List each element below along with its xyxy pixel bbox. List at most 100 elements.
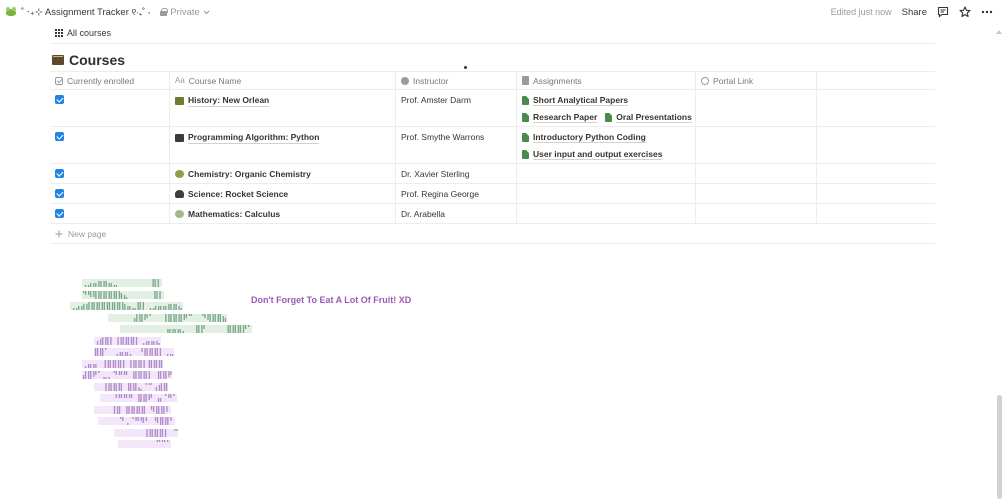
view-tab-all-courses[interactable]: All courses <box>55 26 111 40</box>
assignments-cell[interactable] <box>517 204 696 223</box>
assignments-cell[interactable] <box>517 164 696 183</box>
portal-link-cell[interactable] <box>696 90 817 126</box>
column-label: Currently enrolled <box>67 75 135 86</box>
page-title[interactable]: ˚ ‧₊⊹ Assignment Tracker ୧‧₊˚ ⋅ <box>21 7 150 18</box>
ascii-art-line: ⣼⣿⠟⠁ ⢸⣿⣿⣿⠟⠉ ⠙⢿⣿⣿⣦ <box>108 313 228 322</box>
apple-icon <box>401 76 409 85</box>
column-label: Portal Link <box>713 75 754 86</box>
comment-icon[interactable] <box>937 6 949 18</box>
star-icon[interactable] <box>959 6 971 18</box>
enrolled-checkbox[interactable] <box>55 189 64 198</box>
column-label: Assignments <box>533 75 582 86</box>
privacy-label: Private <box>170 6 200 18</box>
share-button[interactable]: Share <box>902 7 927 18</box>
ascii-art-line: ⢀⣤⣤ ⢸⣿⣿⣿⡇⢸⣿⣿⡇⣿⣿⣿ <box>82 359 164 368</box>
column-header-enrolled[interactable]: Currently enrolled <box>50 72 170 89</box>
page-icon <box>522 96 529 105</box>
ascii-art-line: ⢀⣠⣤⣶⣶⣤⣀ ⣿⡇ <box>82 279 162 287</box>
courses-table: Currently enrolled Aa Course Name Instru… <box>50 71 935 244</box>
scroll-emoji-icon <box>175 96 184 105</box>
assignment-link[interactable]: Research Paper <box>522 112 598 123</box>
empty-cell[interactable] <box>817 164 935 183</box>
assignment-link[interactable]: Introductory Python Coding <box>522 132 646 143</box>
assignment-link[interactable]: Short Analytical Papers <box>522 95 629 106</box>
enrolled-checkbox[interactable] <box>55 95 64 104</box>
breadcrumb: ˚ ‧₊⊹ Assignment Tracker ୧‧₊˚ ⋅ Private <box>0 7 210 18</box>
page-icon <box>522 113 529 122</box>
assignment-link[interactable]: User input and output exercises <box>522 149 663 160</box>
table-row[interactable]: History: New Orlean Prof. Amster Darm Sh… <box>50 90 935 127</box>
instructor: Dr. Xavier Sterling <box>401 169 470 179</box>
database-title-text: Courses <box>69 52 126 68</box>
table-view-icon <box>55 29 63 37</box>
cursor-dot <box>464 66 467 69</box>
empty-cell[interactable] <box>817 184 935 203</box>
course-name[interactable]: Mathematics: Calculus <box>175 209 395 219</box>
ascii-art-line: ⢠⣾⣿⡇⢸⣿⣿⣿⡇⢀⣤⣤⣄ <box>94 336 161 345</box>
plus-icon <box>55 230 63 237</box>
assignments-cell[interactable]: Introductory Python Coding User input an… <box>517 127 696 163</box>
checkbox-property-icon <box>55 76 63 85</box>
portal-link-cell[interactable] <box>696 164 817 183</box>
text-property-icon: Aa <box>175 76 185 85</box>
page-icon <box>522 150 529 159</box>
portal-link-cell[interactable] <box>696 127 817 163</box>
table-row[interactable]: Programming Algorithm: Python Prof. Smyt… <box>50 127 935 164</box>
top-actions: Edited just now Share <box>831 0 993 24</box>
table-header: Currently enrolled Aa Course Name Instru… <box>50 71 935 90</box>
ascii-art-line: ⠙⠻⢿⣿⣿⣿⣿⣷⣄ ⣿⡇ <box>82 290 164 299</box>
column-header-instructor[interactable]: Instructor <box>396 72 517 89</box>
instructor: Prof. Amster Darm <box>401 95 471 105</box>
new-page-button[interactable]: New page <box>50 224 935 244</box>
plant-icon <box>175 210 184 218</box>
divider <box>50 43 935 44</box>
column-header-assignments[interactable]: Assignments <box>517 72 696 89</box>
column-header-course-name[interactable]: Aa Course Name <box>170 72 396 89</box>
relation-property-icon <box>522 76 529 85</box>
instructor: Prof. Smythe Warrons <box>401 132 485 142</box>
database-title[interactable]: Courses <box>52 52 125 68</box>
table-row[interactable]: Science: Rocket Science Prof. Regina Geo… <box>50 184 935 204</box>
ascii-art-line: ⢀⣠⣴⣾⣿⣿⣿⣿⣿⣿⣷⣤⣀⣿⡇⢀⣠⣤⣤⣶⣶⣄ <box>70 302 183 310</box>
grape-ascii-art: ⢀⣠⣤⣶⣶⣤⣀ ⣿⡇ ⠙⠻⢿⣿⣿⣿⣿⣷⣄ ⣿⡇ ⢀⣠⣴⣾⣿⣿⣿⣿⣿⣿⣷⣤⣀⣿⡇⢀⣠⣤… <box>68 278 253 451</box>
table-row[interactable]: Chemistry: Organic Chemistry Dr. Xavier … <box>50 164 935 184</box>
page-icon <box>605 113 613 122</box>
new-page-label: New page <box>68 228 107 239</box>
ascii-art-line: ⢸⣿⣿⣿ ⣿⣿⣄⠈⠉⢠⣾⣿ <box>94 382 169 391</box>
portal-link-cell[interactable] <box>696 184 817 203</box>
enrolled-checkbox[interactable] <box>55 169 64 178</box>
page-icon <box>522 133 529 142</box>
ascii-art-line: ⠘⠛⠛⠛ ⣿⣿⠟ ⣤⠈⠛⠁ <box>100 394 178 402</box>
course-name[interactable]: Science: Rocket Science <box>175 189 395 199</box>
instructor: Prof. Regina George <box>401 189 479 199</box>
empty-cell[interactable] <box>817 127 935 163</box>
table-row[interactable]: Mathematics: Calculus Dr. Arabella <box>50 204 935 224</box>
rocket-icon <box>175 190 184 198</box>
enrolled-checkbox[interactable] <box>55 209 64 218</box>
fruit-note: Don't Forget To Eat A Lot Of Fruit! XD <box>251 295 412 305</box>
more-icon[interactable] <box>981 10 993 14</box>
scroll-up-arrow[interactable] <box>996 30 1002 34</box>
assignments-cell[interactable]: Short Analytical Papers Research Paper Or… <box>517 90 696 126</box>
column-header-empty[interactable] <box>817 72 935 89</box>
ascii-art-line: ⠙⢀⠈⠛⠻⠃ ⠻⣿⣿⠃ <box>98 417 175 425</box>
assignments-cell[interactable] <box>517 184 696 203</box>
empty-cell[interactable] <box>817 90 935 126</box>
globe-icon <box>701 76 709 85</box>
ascii-art-line: ⢸⣿ ⣿⣿⣿⣿ ⠻⣿⣿⠇ <box>94 405 171 414</box>
book-icon <box>52 55 64 65</box>
portal-link-cell[interactable] <box>696 204 817 223</box>
empty-cell[interactable] <box>817 204 935 223</box>
scrollbar-thumb[interactable] <box>997 395 1002 499</box>
view-tab-label: All courses <box>67 28 112 38</box>
course-name[interactable]: History: New Orlean <box>175 95 395 107</box>
snail-icon <box>175 170 184 178</box>
course-name[interactable]: Chemistry: Organic Chemistry <box>175 169 395 179</box>
frog-icon[interactable] <box>5 7 17 17</box>
column-header-portal-link[interactable]: Portal Link <box>696 72 817 89</box>
assignment-link[interactable]: Oral Presentations <box>605 112 692 123</box>
edited-status: Edited just now <box>830 7 892 17</box>
course-name[interactable]: Programming Algorithm: Python <box>175 132 395 144</box>
privacy-badge[interactable]: Private <box>160 7 210 18</box>
enrolled-checkbox[interactable] <box>55 132 64 141</box>
